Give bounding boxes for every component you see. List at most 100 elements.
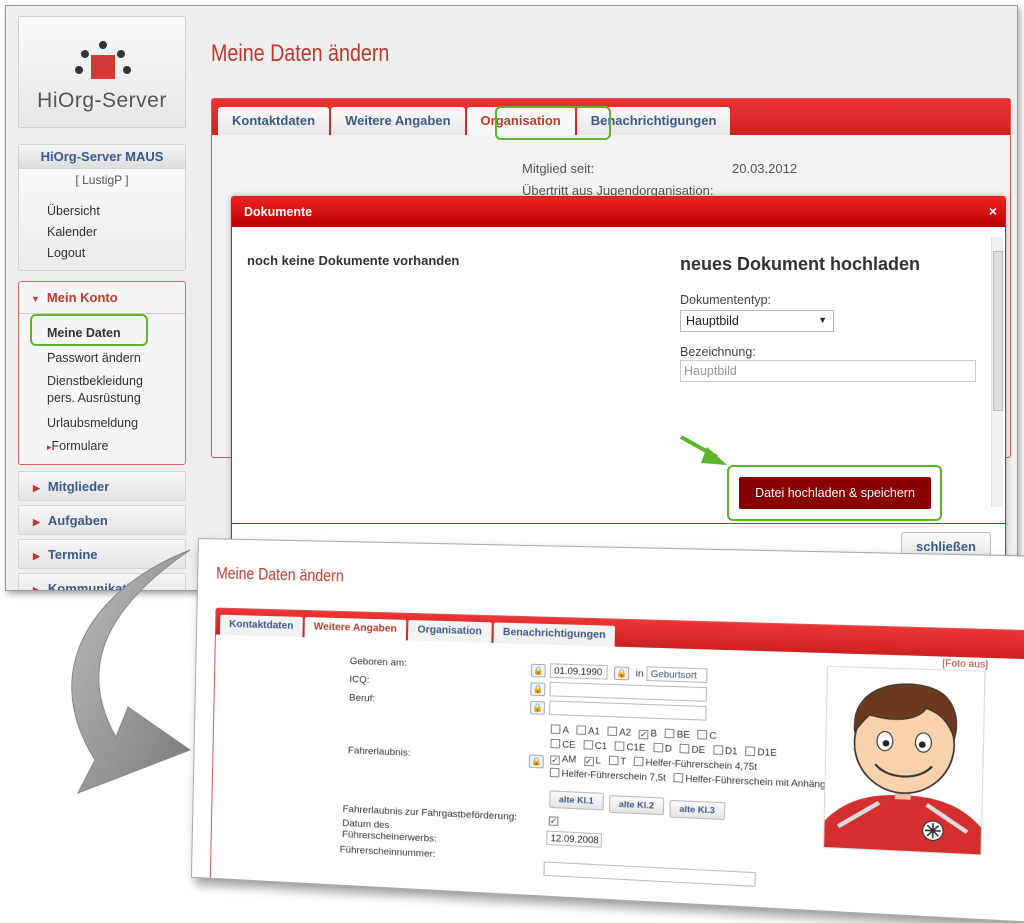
- checkbox[interactable]: [633, 756, 644, 767]
- nav-mitglieder[interactable]: ▶ Mitglieder: [18, 471, 186, 501]
- born-label: Geboren am:: [349, 655, 408, 669]
- old-class-1-button[interactable]: alte Kl.1: [549, 790, 604, 811]
- second-screenshot: Meine Daten ändern Kontaktdaten Weitere A…: [190, 538, 1024, 923]
- checkbox[interactable]: ✓: [638, 729, 649, 740]
- checkbox-label: A1: [588, 725, 601, 737]
- close-icon[interactable]: ×: [989, 203, 997, 219]
- checkbox[interactable]: [745, 746, 756, 757]
- nav-logout-link[interactable]: Logout: [19, 243, 185, 270]
- nav-overview-link[interactable]: Übersicht: [19, 201, 185, 222]
- checkbox-label: C: [709, 730, 717, 742]
- license-checkbox-item[interactable]: T: [608, 755, 626, 767]
- triangle-right-icon: ▶: [33, 585, 40, 591]
- born-input[interactable]: 01.09.1990: [549, 663, 608, 680]
- lock-icon[interactable]: 🔒: [530, 663, 546, 678]
- old-class-3-button[interactable]: alte Kl.3: [669, 799, 725, 821]
- upload-heading: neues Dokument hochladen: [680, 254, 921, 274]
- weitere-angaben-view: Meine Daten ändern Kontaktdaten Weitere A…: [190, 538, 1024, 923]
- lock-icon[interactable]: 🔒: [530, 682, 546, 697]
- checkbox[interactable]: [712, 745, 723, 755]
- checkbox[interactable]: [582, 740, 593, 750]
- license-checkbox-item[interactable]: D: [652, 742, 673, 754]
- logo-text: HiOrg-Server: [37, 89, 167, 112]
- checkbox-label: D1E: [757, 746, 777, 759]
- checkbox-label: D1: [724, 745, 738, 757]
- checkbox[interactable]: [697, 729, 708, 740]
- checkbox[interactable]: [608, 755, 619, 766]
- doctype-label: Dokumententyp:: [680, 293, 772, 307]
- nav-calendar-link[interactable]: Kalender: [19, 222, 185, 243]
- checkbox[interactable]: ✓: [548, 816, 559, 826]
- nav-aufgaben[interactable]: ▶ Aufgaben: [18, 505, 186, 535]
- license-checkbox-item[interactable]: D1E: [745, 746, 777, 758]
- checkbox[interactable]: [549, 767, 560, 778]
- license-checkbox-item[interactable]: DE: [679, 743, 705, 755]
- checkbox-label: B: [650, 728, 658, 739]
- scrollbar-thumb[interactable]: [993, 251, 1003, 411]
- checkbox[interactable]: [679, 743, 690, 754]
- checkbox[interactable]: [550, 724, 561, 734]
- issue-date-input[interactable]: 12.09.2008: [546, 830, 603, 848]
- lock-icon[interactable]: 🔒: [613, 666, 630, 681]
- checkbox[interactable]: [614, 741, 625, 752]
- username: [ LustigP ]: [75, 173, 129, 187]
- checkbox-label: AM: [561, 753, 577, 765]
- triangle-down-icon: ▼: [31, 294, 40, 304]
- checkbox[interactable]: ✓: [550, 755, 560, 765]
- license-checkbox-item[interactable]: C1: [582, 740, 608, 752]
- checkbox[interactable]: [607, 726, 618, 737]
- tab-kontaktdaten[interactable]: Kontaktdaten: [218, 107, 330, 135]
- checkbox[interactable]: [652, 742, 663, 753]
- hiorg-logo[interactable]: HiOrg-Server: [18, 16, 186, 128]
- checkbox[interactable]: [550, 738, 561, 749]
- highlight-upload-button: [727, 465, 942, 521]
- name-input[interactable]: Hauptbild: [680, 360, 976, 382]
- foto-toggle-link[interactable]: [Foto aus]: [942, 658, 988, 670]
- old-class-2-button[interactable]: alte Kl.2: [608, 795, 664, 816]
- license-checkbox-item[interactable]: A2: [607, 726, 631, 738]
- license-checkbox-item[interactable]: CE: [550, 738, 576, 750]
- license-checkbox-item[interactable]: ✓ AM: [550, 753, 577, 765]
- checkbox-label: D: [664, 743, 673, 754]
- license-checkbox-item[interactable]: D1: [712, 745, 738, 757]
- tab-strip: Kontaktdaten Weitere Angaben Organisation B…: [215, 608, 1024, 660]
- tab-weitere-angaben[interactable]: Weitere Angaben: [304, 617, 407, 641]
- issue-label: Datum des Führerscheinerwerbs:: [342, 818, 437, 845]
- tab-benachrichtigungen[interactable]: Benachrichtigungen: [493, 622, 616, 647]
- tab-organisation[interactable]: Organisation: [407, 619, 492, 643]
- avatar-illustration: [824, 666, 985, 855]
- page-title: Meine Daten ändern: [211, 40, 390, 67]
- formulare-label: Formulare: [51, 439, 109, 453]
- urlaubsmeldung-link[interactable]: Urlaubsmeldung: [19, 413, 185, 434]
- checkbox[interactable]: ✓: [583, 756, 594, 767]
- passenger-checkbox[interactable]: ✓: [548, 814, 561, 826]
- page-title: Meine Daten ändern: [216, 563, 344, 586]
- doctype-select[interactable]: Hauptbild ▼: [680, 310, 834, 332]
- lock-icon[interactable]: 🔒: [528, 754, 544, 769]
- doctype-value: Hauptbild: [686, 314, 739, 328]
- dienstbekleidung-link[interactable]: Dienstbekleidung pers. Ausrüstung: [19, 371, 169, 409]
- license-checkbox-item[interactable]: C1E: [614, 741, 646, 753]
- passwort-aendern-link[interactable]: Passwort ändern: [19, 348, 185, 369]
- logo-dot: [123, 66, 131, 74]
- lock-icon[interactable]: 🔒: [529, 700, 546, 715]
- checkbox[interactable]: [664, 728, 675, 739]
- mein-konto-header[interactable]: ▼ Mein Konto: [19, 282, 185, 314]
- checkbox-label: C1: [594, 740, 608, 752]
- license-checkbox-item[interactable]: BE: [664, 728, 690, 740]
- logo-dot: [81, 50, 89, 58]
- modal-scrollbar[interactable]: [991, 237, 1003, 507]
- birthplace-input[interactable]: Geburtsort: [646, 666, 708, 683]
- checkbox[interactable]: [576, 725, 587, 735]
- checkbox[interactable]: [673, 772, 684, 783]
- tab-kontaktdaten[interactable]: Kontaktdaten: [219, 614, 303, 638]
- license-checkbox-item[interactable]: ✓ B: [638, 728, 658, 740]
- account-box: HiOrg-Server MAUS [ LustigP ] Übersicht …: [18, 144, 186, 271]
- logo-dot: [117, 50, 125, 58]
- formulare-link[interactable]: ▸Formulare: [19, 436, 185, 458]
- license-checkbox-item[interactable]: ✓ L: [583, 755, 601, 767]
- tab-weitere-angaben[interactable]: Weitere Angaben: [331, 107, 465, 135]
- license-checkbox-item[interactable]: C: [697, 729, 717, 742]
- license-checkbox-item[interactable]: A: [550, 724, 569, 735]
- license-checkbox-item[interactable]: A1: [576, 725, 601, 737]
